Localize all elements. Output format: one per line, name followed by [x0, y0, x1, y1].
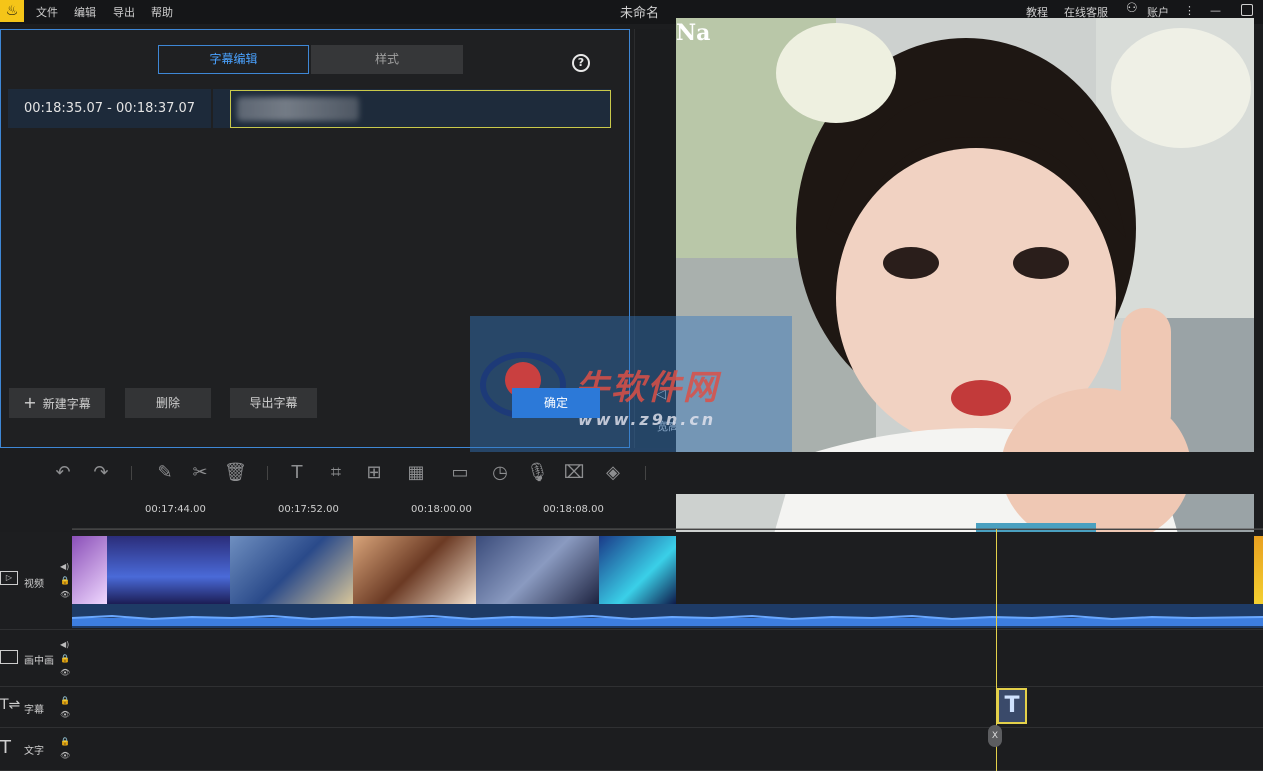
- crop-icon[interactable]: ⌗: [325, 462, 347, 484]
- video-thumbnail[interactable]: [230, 536, 353, 604]
- video-thumbnail[interactable]: [72, 536, 107, 604]
- ruler-tick-label: 00:17:44.00: [145, 504, 206, 515]
- menu-export[interactable]: 导出: [113, 4, 135, 20]
- video-overlay-text: Na: [676, 20, 711, 46]
- video-track-icon: ▷: [0, 571, 18, 585]
- more-icon[interactable]: ⋮: [1184, 4, 1195, 17]
- tab-style[interactable]: 样式: [311, 45, 463, 74]
- maximize-icon[interactable]: [1241, 4, 1253, 16]
- video-thumbnail[interactable]: [107, 536, 230, 604]
- lock-icon[interactable]: 🔒: [60, 654, 70, 663]
- audio-waveform[interactable]: [71, 604, 1263, 628]
- minimize-icon[interactable]: —: [1210, 4, 1221, 17]
- menu-file[interactable]: 文件: [36, 4, 58, 20]
- ruler-tick-label: 00:18:00.00: [411, 504, 472, 515]
- volume-icon[interactable]: ◀): [60, 640, 69, 649]
- lock-icon[interactable]: 🔒: [60, 737, 70, 746]
- toolbar-divider: [131, 466, 132, 480]
- video-thumbnail[interactable]: [1254, 536, 1263, 604]
- blurred-subtitle-text: [237, 97, 359, 121]
- volume-icon[interactable]: ◀): [60, 562, 69, 571]
- resize-icon[interactable]: ⊞: [363, 462, 385, 484]
- eye-icon[interactable]: 👁: [60, 710, 70, 719]
- frame-icon[interactable]: ▭: [449, 462, 471, 484]
- clip-split-handle[interactable]: X: [988, 725, 1002, 747]
- speed-clock-icon[interactable]: ◷: [489, 462, 511, 484]
- redo-icon[interactable]: ↷: [90, 462, 112, 484]
- subtitle-time-range[interactable]: 00:18:35.07 - 00:18:37.07: [8, 89, 211, 128]
- trash-icon[interactable]: 🗑: [224, 462, 247, 484]
- microphone-icon[interactable]: 🎙: [526, 462, 549, 484]
- video-track-label: 视频: [24, 579, 44, 590]
- toolbar-divider: [645, 466, 646, 480]
- eye-icon[interactable]: 👁: [60, 751, 70, 760]
- eye-icon[interactable]: 👁: [60, 590, 70, 599]
- video-thumbnail[interactable]: [353, 536, 476, 604]
- ruler-tick-label: 00:18:08.00: [543, 504, 604, 515]
- subtitle-track: [0, 687, 1263, 728]
- account-icon[interactable]: ⚇: [1126, 1, 1138, 16]
- video-thumbnail[interactable]: [599, 536, 676, 604]
- pip-track: [0, 630, 1263, 687]
- text-track: [0, 728, 1263, 771]
- paint-icon[interactable]: ◈: [602, 462, 624, 484]
- ruler-ticks: [72, 528, 1263, 530]
- new-subtitle-button[interactable]: + 新建字幕: [9, 388, 105, 418]
- app-logo-icon[interactable]: ♨: [0, 0, 24, 22]
- toolbar-divider: [267, 466, 268, 480]
- new-subtitle-label: 新建字幕: [42, 397, 91, 411]
- scissors-icon[interactable]: ✂: [189, 462, 211, 484]
- menu-edit[interactable]: 编辑: [74, 4, 96, 20]
- undo-icon[interactable]: ↶: [52, 462, 74, 484]
- document-title: 未命名: [620, 6, 660, 21]
- text-tool-icon[interactable]: T: [286, 462, 308, 484]
- text-track-icon: T: [0, 737, 11, 758]
- menu-help[interactable]: 帮助: [151, 4, 173, 20]
- mosaic-icon[interactable]: ▦: [405, 462, 427, 484]
- lock-icon[interactable]: 🔒: [60, 696, 70, 705]
- text-track-label: 文字: [24, 746, 44, 757]
- record-screen-icon[interactable]: ⌧: [563, 462, 585, 484]
- subtitle-track-icon: T⇌: [0, 697, 21, 713]
- lock-icon[interactable]: 🔒: [60, 576, 70, 585]
- confirm-button[interactable]: 确定: [512, 388, 600, 418]
- pip-track-icon: [0, 650, 18, 664]
- export-subtitle-button[interactable]: 导出字幕: [230, 388, 317, 418]
- tab-subtitle-edit[interactable]: 字幕编辑: [158, 45, 309, 74]
- subtitle-track-label: 字幕: [24, 705, 44, 716]
- ruler-tick-label: 00:17:52.00: [278, 504, 339, 515]
- delete-button[interactable]: 删除: [125, 388, 211, 418]
- plus-icon: +: [23, 393, 37, 412]
- pencil-icon[interactable]: ✎: [154, 462, 176, 484]
- pip-track-label: 画中画: [24, 656, 54, 667]
- video-thumbnail[interactable]: [476, 536, 599, 604]
- subtitle-clip[interactable]: T: [997, 688, 1027, 724]
- eye-icon[interactable]: 👁: [60, 668, 70, 677]
- help-icon[interactable]: ?: [572, 54, 590, 72]
